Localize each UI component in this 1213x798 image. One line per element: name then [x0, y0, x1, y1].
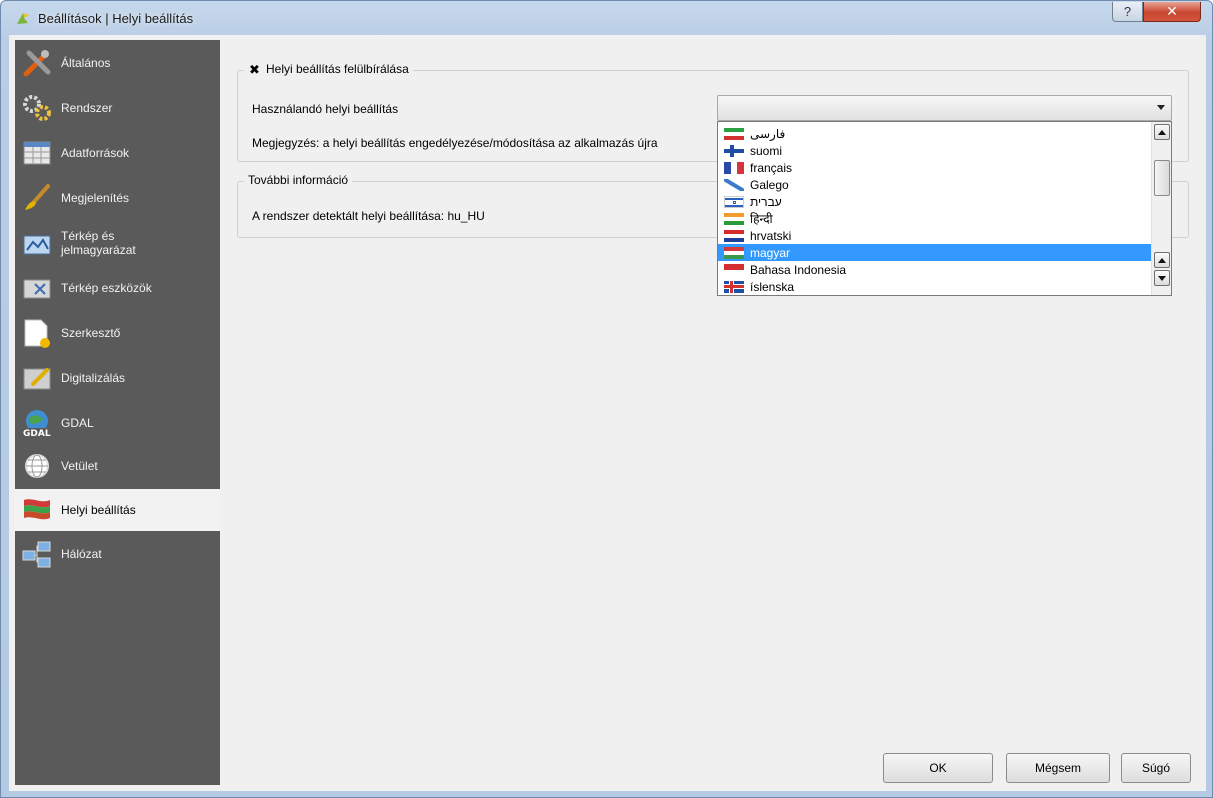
scroll-thumb[interactable]: [1154, 160, 1170, 196]
close-icon: ✕: [1166, 3, 1178, 19]
network-icon: [22, 541, 51, 568]
gears-icon: [23, 95, 51, 121]
dropdown-item-label: magyar: [750, 245, 791, 260]
sidebar-item-map-legend[interactable]: Térkép és jelmagyarázat: [15, 222, 220, 264]
editor-icon: [24, 319, 50, 348]
sidebar-item-digitizing[interactable]: Digitalizálás: [15, 357, 220, 399]
sidebar-item-rendering[interactable]: Megjelenítés: [15, 177, 220, 219]
locale-combobox[interactable]: [717, 95, 1172, 121]
svg-text:GDAL: GDAL: [23, 429, 51, 439]
tools-icon: [23, 50, 51, 77]
flag-indonesia-icon: [724, 263, 744, 276]
sidebar-item-label: Helyi beállítás: [61, 503, 136, 517]
flag-france-icon: [724, 161, 744, 174]
scroll-up-button-lower[interactable]: [1154, 252, 1170, 268]
sidebar-item-locale[interactable]: Helyi beállítás: [15, 489, 220, 531]
dialog-window: Beállítások | Helyi beállítás ? ✕ Általá…: [0, 0, 1213, 798]
sidebar-item-label: Térkép és jelmagyarázat: [61, 229, 136, 257]
options-sidebar: Általános Rendszer Adatforrások Megjelen…: [15, 40, 220, 785]
flag-galicia-icon: [724, 178, 744, 191]
table-icon: [23, 141, 51, 165]
sidebar-item-label: Térkép eszközök: [61, 281, 152, 295]
additional-info-group-title: További információ: [244, 173, 353, 187]
sidebar-item-system[interactable]: Rendszer: [15, 87, 220, 129]
scroll-down-button[interactable]: [1154, 270, 1170, 286]
sidebar-item-label: Digitalizálás: [61, 371, 126, 385]
override-locale-checkbox[interactable]: ✖: [248, 63, 261, 76]
override-locale-group-title: ✖ Helyi beállítás felülbírálása: [244, 62, 413, 76]
scroll-up-button[interactable]: [1154, 124, 1170, 140]
close-button[interactable]: ✕: [1143, 2, 1201, 22]
help-title-button[interactable]: ?: [1112, 2, 1143, 22]
dropdown-item-label: हिन्दी: [750, 212, 773, 226]
sidebar-item-label: Szerkesztő: [61, 326, 121, 340]
dropdown-item-label: Galego: [750, 177, 789, 192]
sidebar-item-general[interactable]: Általános: [15, 42, 220, 84]
sidebar-item-projection[interactable]: Vetület: [15, 445, 220, 487]
flag-israel-icon: [724, 195, 744, 208]
question-icon: ?: [1123, 4, 1132, 19]
dropdown-item-hu[interactable]: magyar: [718, 244, 1151, 261]
dropdown-item-label: hrvatski: [750, 228, 792, 243]
arrow-up-icon: [1158, 129, 1166, 135]
brush-icon: [25, 184, 50, 210]
chevron-down-icon: [1157, 105, 1165, 110]
dropdown-item-hi[interactable]: हिन्दी: [718, 210, 1151, 227]
arrow-up-icon: [1158, 257, 1166, 263]
restart-note: Megjegyzés: a helyi beállítás engedélyez…: [252, 136, 658, 150]
dropdown-item-fr[interactable]: français: [718, 159, 1151, 176]
sidebar-item-label: Hálózat: [61, 547, 102, 561]
dropdown-item-label: suomi: [750, 143, 783, 158]
dropdown-item-label: Bahasa Indonesia: [750, 262, 847, 277]
sidebar-item-label: Általános: [61, 56, 111, 70]
dropdown-item-label: français: [750, 160, 793, 175]
dialog-client: Általános Rendszer Adatforrások Megjelen…: [9, 35, 1206, 791]
flag-iran-icon: [724, 127, 744, 140]
window-title: Beállítások | Helyi beállítás: [38, 11, 194, 26]
dropdown-item-label: فارسی: [750, 126, 786, 141]
sidebar-item-editor[interactable]: Szerkesztő: [15, 312, 220, 354]
locale-flag-icon: [24, 499, 50, 520]
locale-field-label: Használandó helyi beállítás: [252, 102, 399, 116]
arrow-down-icon: [1158, 275, 1166, 281]
sidebar-item-gdal[interactable]: GDAL GDAL: [15, 402, 220, 444]
title-bar[interactable]: Beállítások | Helyi beállítás ? ✕: [1, 1, 1212, 35]
sidebar-item-label: GDAL: [61, 416, 94, 430]
map-legend-icon: [23, 235, 51, 255]
sidebar-item-network[interactable]: Hálózat: [15, 533, 220, 575]
flag-finland-icon: [724, 144, 744, 157]
dropdown-item-hr[interactable]: hrvatski: [718, 227, 1151, 244]
globe-icon: [25, 454, 49, 478]
locale-dropdown-list[interactable]: فارسی suomi français Galego עברית हिन्दी…: [717, 121, 1172, 296]
dropdown-item-id[interactable]: Bahasa Indonesia: [718, 261, 1151, 278]
sidebar-item-map-tools[interactable]: Térkép eszközök: [15, 267, 220, 309]
dropdown-item-gl[interactable]: Galego: [718, 176, 1151, 193]
dropdown-item-fi[interactable]: suomi: [718, 142, 1151, 159]
override-locale-label: Helyi beállítás felülbírálása: [266, 62, 409, 76]
dropdown-item-label: íslenska: [750, 279, 795, 294]
flag-croatia-icon: [724, 229, 744, 242]
map-tools-icon: [23, 279, 51, 299]
sidebar-item-label: Vetület: [61, 459, 98, 473]
dropdown-item-is[interactable]: íslenska: [718, 278, 1151, 295]
locale-settings-panel: ✖ Helyi beállítás felülbírálása Használa…: [227, 40, 1199, 785]
ok-button[interactable]: OK: [883, 753, 993, 783]
flag-hungary-icon: [724, 246, 744, 259]
sidebar-item-label: Adatforrások: [61, 146, 130, 160]
dropdown-scrollbar[interactable]: [1151, 122, 1171, 295]
gdal-icon: GDAL: [22, 410, 52, 439]
detected-locale-text: A rendszer detektált helyi beállítása: h…: [252, 209, 485, 223]
dropdown-item-fa[interactable]: فارسی: [718, 125, 1151, 142]
help-button[interactable]: Súgó: [1121, 753, 1191, 783]
dropdown-item-he[interactable]: עברית: [718, 193, 1151, 210]
sidebar-item-label: Megjelenítés: [61, 191, 130, 205]
digitize-icon: [23, 368, 51, 390]
flag-india-icon: [724, 212, 744, 225]
qgis-logo-icon: [17, 13, 29, 24]
flag-iceland-icon: [724, 280, 744, 293]
sidebar-item-data-sources[interactable]: Adatforrások: [15, 132, 220, 174]
cancel-button[interactable]: Mégsem: [1006, 753, 1110, 783]
dropdown-item-label: עברית: [750, 194, 782, 209]
sidebar-item-label: Rendszer: [61, 101, 113, 115]
